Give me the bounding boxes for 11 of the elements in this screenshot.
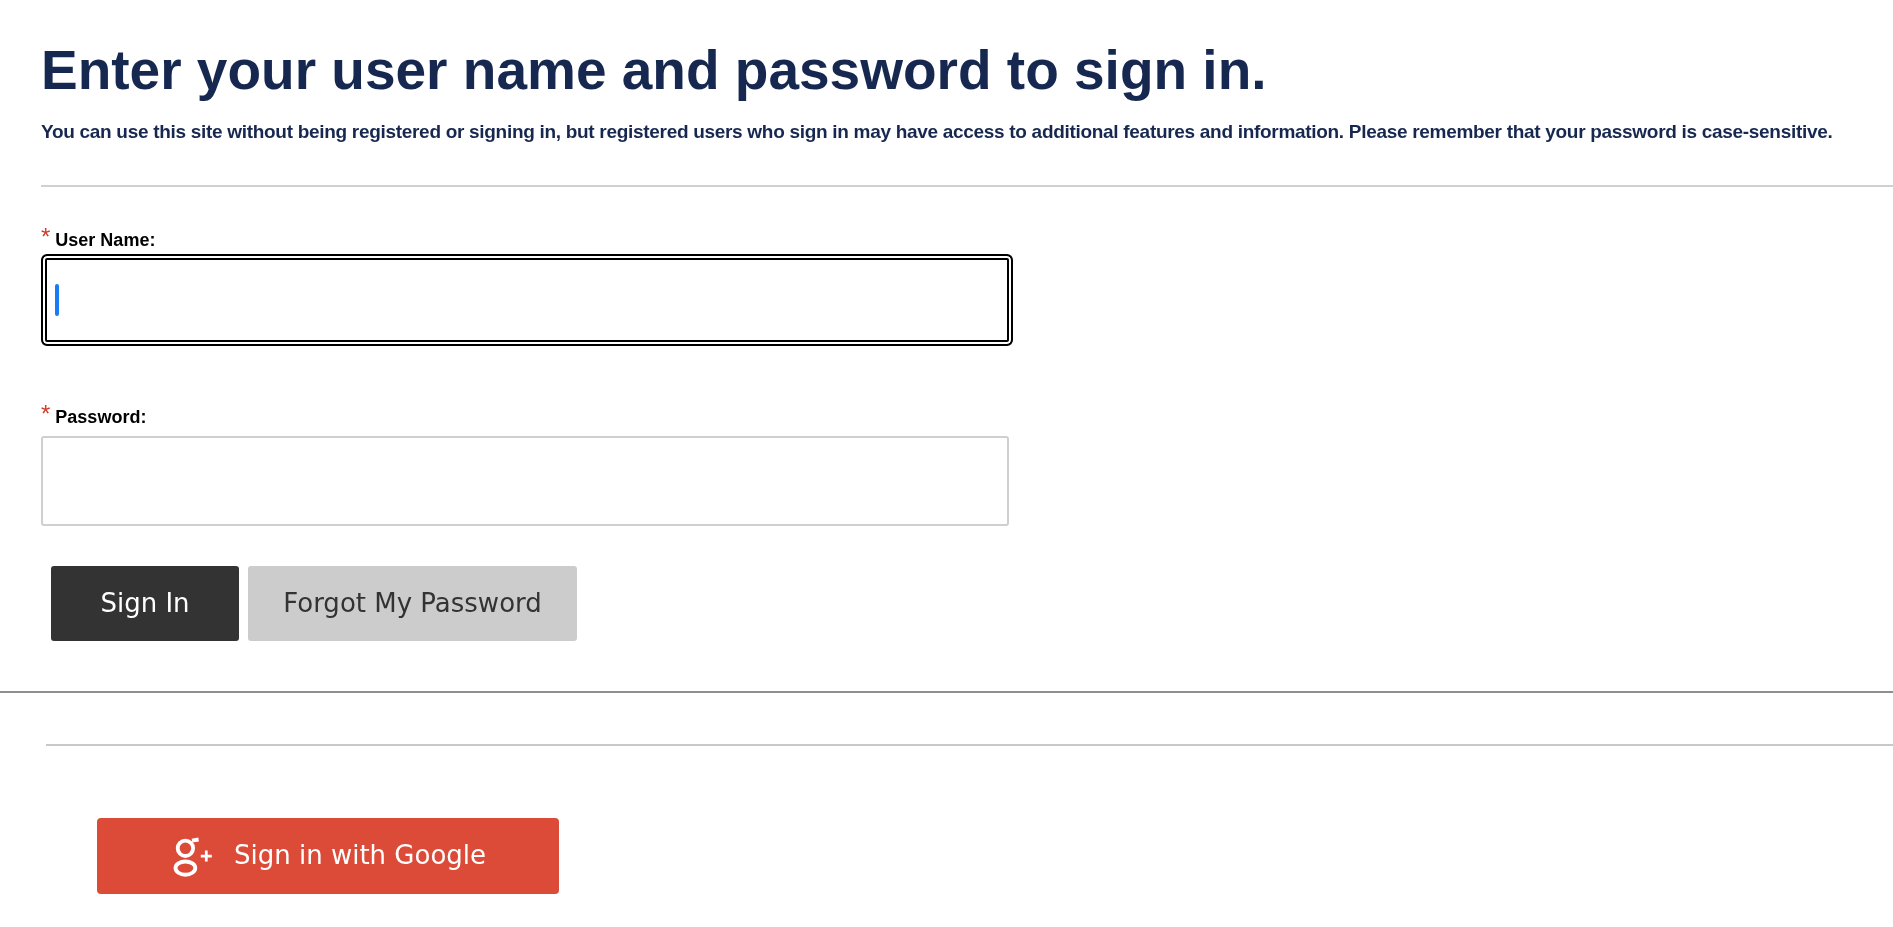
text-cursor [55,283,59,316]
intro-text: You can use this site without being registered or signing in, but registered users who sign in may have access to additional features and information. Please remember that your password is case-sensitive. [41,120,1834,144]
field-label: User Name: [55,228,156,252]
sign-in-button[interactable]: Sign In [51,565,239,641]
input-field[interactable] [41,253,1013,346]
field-label: Password: [55,405,147,429]
page-title: Enter your user name and password to sign in. [41,38,1268,103]
required-mark: * [41,224,51,249]
forgot-password-button[interactable]: Forgot My Password [248,565,577,641]
google-sign-in-button[interactable]: Sign in with Google [97,817,559,894]
required-mark: * [41,401,51,426]
